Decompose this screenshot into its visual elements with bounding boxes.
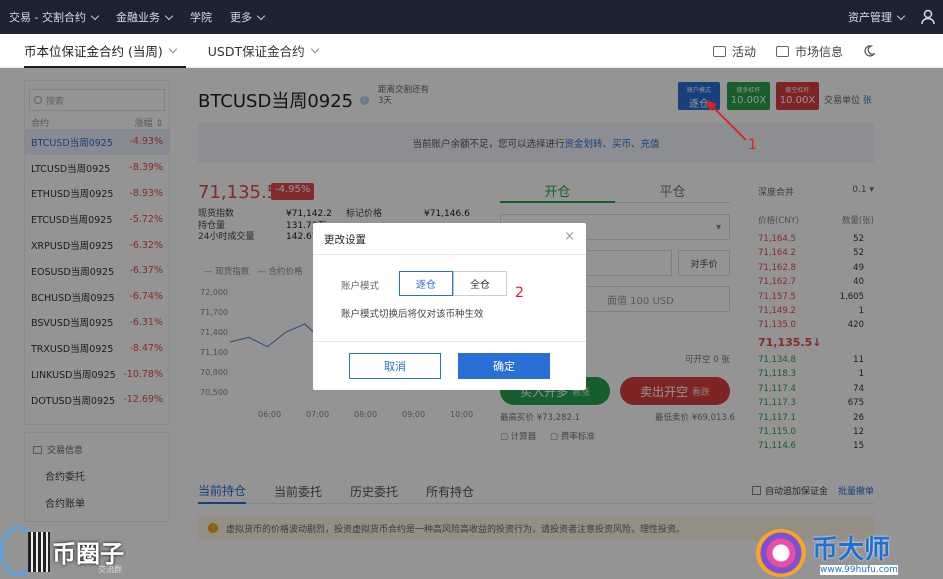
watermark-right: 币大师 www.99hufu.com bbox=[752, 527, 943, 579]
user-icon[interactable] bbox=[913, 0, 943, 34]
confirm-button[interactable]: 确定 bbox=[458, 353, 550, 379]
nav-finance[interactable]: 金融业务 bbox=[107, 9, 181, 25]
settings-modal: 更改设置 × 账户模式 逐仓 全仓 账户模式切换后将仅对该币种生效 取消 确定 bbox=[313, 223, 586, 390]
tab-coin-margined[interactable]: 币本位保证金合约 (当周) bbox=[0, 34, 186, 68]
chevron-down-icon bbox=[90, 11, 100, 20]
moon-icon bbox=[864, 45, 875, 57]
cross-option[interactable]: 全仓 bbox=[453, 271, 507, 296]
market-info-link[interactable]: 市场信息 bbox=[775, 43, 843, 60]
annotation-arrow bbox=[706, 100, 747, 141]
chevron-down-icon bbox=[168, 44, 177, 54]
annotation-step-1: 1 bbox=[748, 137, 757, 153]
chevron-down-icon bbox=[164, 11, 174, 20]
sub-nav: 币本位保证金合约 (当周) USDT保证金合约 活动 市场信息 bbox=[0, 34, 943, 68]
nav-more[interactable]: 更多 bbox=[221, 9, 273, 25]
divider bbox=[313, 254, 586, 255]
annotation-step-2: 2 bbox=[515, 285, 524, 301]
qr-code bbox=[28, 532, 50, 572]
chevron-down-icon bbox=[256, 11, 266, 20]
theme-toggle[interactable] bbox=[863, 45, 875, 57]
isolated-option[interactable]: 逐仓 bbox=[399, 271, 453, 296]
top-nav: 交易 - 交割合约 金融业务 学院 更多 资产管理 bbox=[0, 0, 943, 34]
nav-trade[interactable]: 交易 - 交割合约 bbox=[0, 9, 107, 25]
divider bbox=[313, 341, 586, 342]
close-icon[interactable]: × bbox=[564, 229, 575, 244]
nav-assets[interactable]: 资产管理 bbox=[839, 9, 913, 25]
mode-hint: 账户模式切换后将仅对该币种生效 bbox=[341, 309, 484, 320]
chevron-down-icon bbox=[896, 11, 906, 20]
flower-logo bbox=[756, 529, 806, 577]
watermark-left: 币圈子 交流群 bbox=[0, 524, 180, 579]
chart-icon bbox=[775, 45, 789, 57]
modal-title: 更改设置 bbox=[324, 234, 366, 246]
nav-academy[interactable]: 学院 bbox=[181, 9, 221, 25]
account-mode-label: 账户模式 bbox=[341, 281, 380, 292]
gift-icon bbox=[712, 45, 726, 57]
activity-link[interactable]: 活动 bbox=[712, 43, 756, 60]
tab-usdt-margined[interactable]: USDT保证金合约 bbox=[198, 34, 328, 68]
chevron-down-icon bbox=[310, 44, 319, 54]
cancel-button[interactable]: 取消 bbox=[349, 353, 441, 379]
